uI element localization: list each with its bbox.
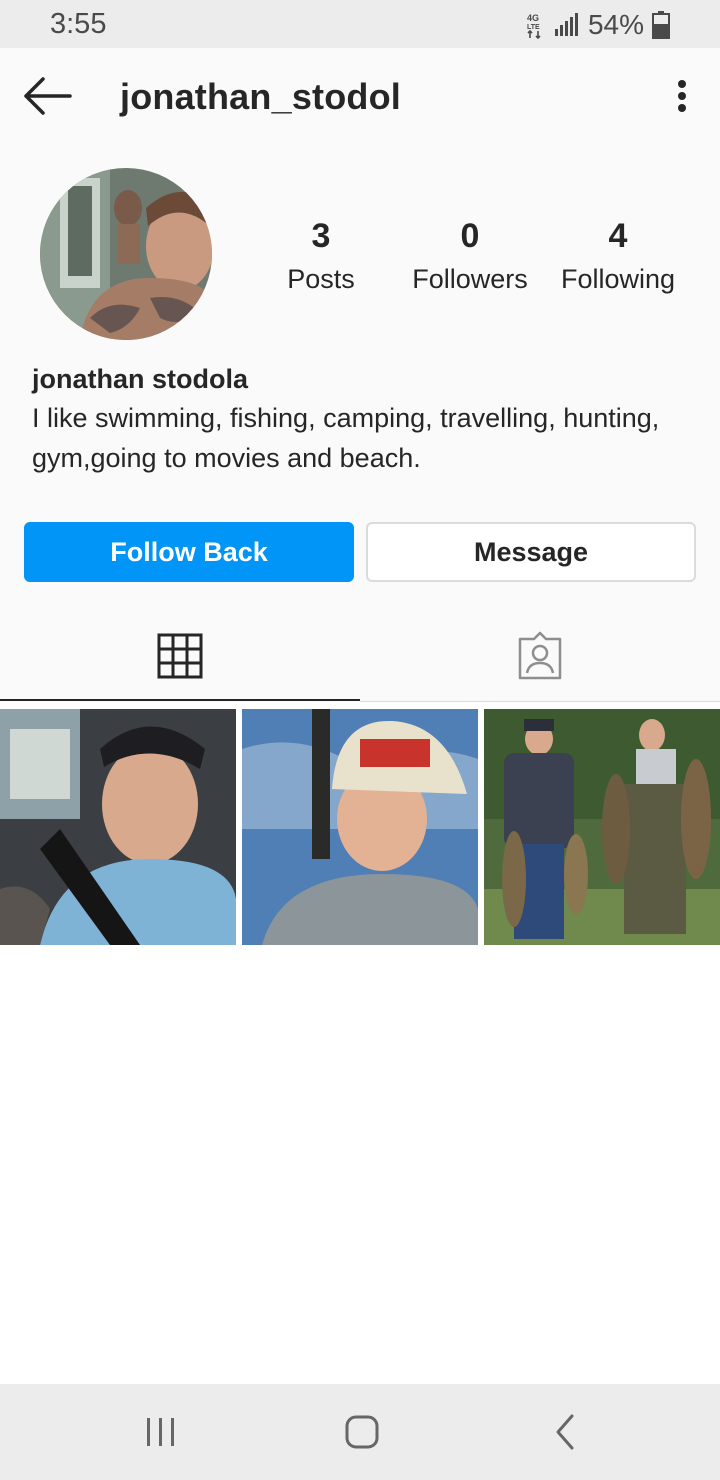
following-count-label: Following: [560, 264, 676, 294]
posts-count[interactable]: 3 Posts: [241, 216, 401, 297]
grid-icon: [157, 633, 203, 679]
battery-percentage: 54%: [587, 9, 644, 40]
home-icon[interactable]: [340, 1412, 384, 1452]
tagged-person-icon: [518, 631, 562, 680]
avatar-photo: [40, 168, 212, 340]
profile-bio: I like swimming, fishing, camping, trave…: [32, 403, 660, 473]
svg-text:LTE: LTE: [527, 24, 540, 31]
profile-header: jonathan_stodol: [0, 48, 720, 148]
posts-grid: [0, 709, 720, 945]
profile-avatar[interactable]: [40, 168, 212, 340]
battery-icon: [652, 11, 670, 39]
posts-count-label: Posts: [287, 264, 355, 294]
back-arrow-icon[interactable]: [18, 74, 76, 118]
svg-text:4G: 4G: [527, 13, 539, 23]
message-button[interactable]: Message: [366, 522, 696, 582]
signal-icon: [554, 13, 578, 36]
followers-count-value: 0: [460, 217, 480, 255]
post-photo-selfie-in-car: [0, 709, 236, 945]
post-thumbnail[interactable]: [242, 709, 478, 945]
status-icons: 4G LTE 54%: [524, 9, 670, 41]
followers-count-label: Followers: [412, 264, 528, 294]
post-photo-two-men-holding-fish: [484, 709, 720, 945]
following-count-value: 4: [608, 217, 628, 255]
followers-count[interactable]: 0 Followers: [390, 216, 550, 297]
post-photo-selfie-hard-hat: [242, 709, 478, 945]
tab-posts-grid[interactable]: [0, 610, 360, 702]
system-navigation-bar: [0, 1384, 720, 1480]
status-time: 3:55: [50, 8, 107, 40]
tab-tagged[interactable]: [360, 610, 720, 702]
posts-count-value: 3: [311, 217, 331, 255]
tab-divider: [360, 701, 720, 702]
more-options-icon[interactable]: [670, 76, 694, 116]
follow-back-button[interactable]: Follow Back: [24, 522, 354, 582]
post-thumbnail[interactable]: [484, 709, 720, 945]
profile-username: jonathan_stodol: [120, 76, 401, 117]
status-bar: 3:55 4G LTE 54%: [0, 0, 720, 48]
network-4g-icon: 4G LTE: [527, 13, 541, 39]
post-thumbnail[interactable]: [0, 709, 236, 945]
profile-full-name: jonathan stodola: [32, 364, 248, 394]
following-count[interactable]: 4 Following: [538, 216, 698, 297]
recent-apps-icon[interactable]: [140, 1416, 182, 1448]
back-icon[interactable]: [548, 1412, 580, 1452]
active-tab-indicator: [0, 699, 360, 701]
